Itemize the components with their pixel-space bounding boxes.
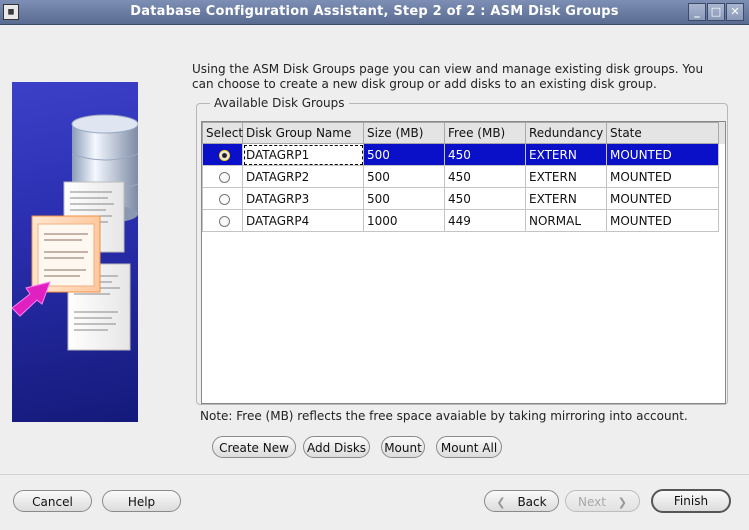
redundancy-cell: EXTERN	[525, 187, 607, 210]
size-cell: 500	[363, 143, 445, 166]
mount-button[interactable]: Mount	[381, 436, 425, 458]
chevron-right-icon: ❯	[617, 496, 627, 509]
col-header-state[interactable]: State	[606, 122, 719, 144]
next-button[interactable]: Next ❯	[565, 490, 640, 512]
free-cell: 450	[444, 187, 526, 210]
col-header-size[interactable]: Size (MB)	[363, 122, 445, 144]
table-row[interactable]: DATAGRP1 500 450 EXTERN MOUNTED	[202, 143, 719, 166]
disk-group-name[interactable]: DATAGRP2	[242, 165, 364, 188]
state-cell: MOUNTED	[606, 165, 719, 188]
disk-group-name[interactable]: DATAGRP1	[242, 143, 364, 166]
disk-groups-table[interactable]: Select Disk Group Name Size (MB) Free (M…	[201, 121, 726, 404]
close-icon[interactable]: ✕	[726, 3, 744, 21]
redundancy-cell: EXTERN	[525, 165, 607, 188]
create-new-button[interactable]: Create New	[212, 436, 296, 458]
group-title: Available Disk Groups	[210, 96, 349, 110]
state-cell: MOUNTED	[606, 187, 719, 210]
title-bar: ▦ Database Configuration Assistant, Step…	[0, 0, 749, 25]
state-cell: MOUNTED	[606, 209, 719, 232]
table-header-row: Select Disk Group Name Size (MB) Free (M…	[202, 122, 719, 144]
finish-button[interactable]: Finish	[651, 489, 731, 513]
disk-group-name[interactable]: DATAGRP4	[242, 209, 364, 232]
size-cell: 500	[363, 165, 445, 188]
table-row[interactable]: DATAGRP3 500 450 EXTERN MOUNTED	[202, 187, 719, 210]
free-space-note: Note: Free (MB) reflects the free space …	[200, 409, 688, 423]
free-cell: 449	[444, 209, 526, 232]
back-button[interactable]: ❮ Back	[484, 490, 559, 512]
minimize-icon[interactable]: _	[688, 3, 706, 21]
chevron-left-icon: ❮	[496, 496, 506, 509]
select-radio[interactable]	[218, 171, 230, 183]
intro-text: Using the ASM Disk Groups page you can v…	[192, 62, 704, 91]
cancel-button[interactable]: Cancel	[13, 490, 92, 512]
wizard-illustration	[12, 82, 138, 422]
table-row[interactable]: DATAGRP2 500 450 EXTERN MOUNTED	[202, 165, 719, 188]
col-header-redundancy[interactable]: Redundancy	[525, 122, 607, 144]
size-cell: 500	[363, 187, 445, 210]
database-documents-icon	[12, 114, 138, 351]
table-corner	[718, 122, 725, 144]
table-row[interactable]: DATAGRP4 1000 449 NORMAL MOUNTED	[202, 209, 719, 232]
select-radio[interactable]	[218, 193, 230, 205]
select-radio[interactable]	[218, 149, 230, 161]
select-radio[interactable]	[218, 215, 230, 227]
free-cell: 450	[444, 143, 526, 166]
redundancy-cell: EXTERN	[525, 143, 607, 166]
footer-divider	[0, 474, 749, 475]
free-cell: 450	[444, 165, 526, 188]
maximize-icon[interactable]: □	[707, 3, 725, 21]
next-label: Next	[577, 495, 606, 509]
col-header-select[interactable]: Select	[202, 122, 243, 144]
state-cell: MOUNTED	[606, 143, 719, 166]
add-disks-button[interactable]: Add Disks	[303, 436, 370, 458]
disk-group-name[interactable]: DATAGRP3	[242, 187, 364, 210]
help-button[interactable]: Help	[102, 490, 181, 512]
size-cell: 1000	[363, 209, 445, 232]
window-title: Database Configuration Assistant, Step 2…	[130, 4, 619, 19]
back-label: Back	[517, 495, 547, 509]
mount-all-button[interactable]: Mount All	[436, 436, 502, 458]
col-header-free[interactable]: Free (MB)	[444, 122, 526, 144]
redundancy-cell: NORMAL	[525, 209, 607, 232]
col-header-name[interactable]: Disk Group Name	[242, 122, 364, 144]
